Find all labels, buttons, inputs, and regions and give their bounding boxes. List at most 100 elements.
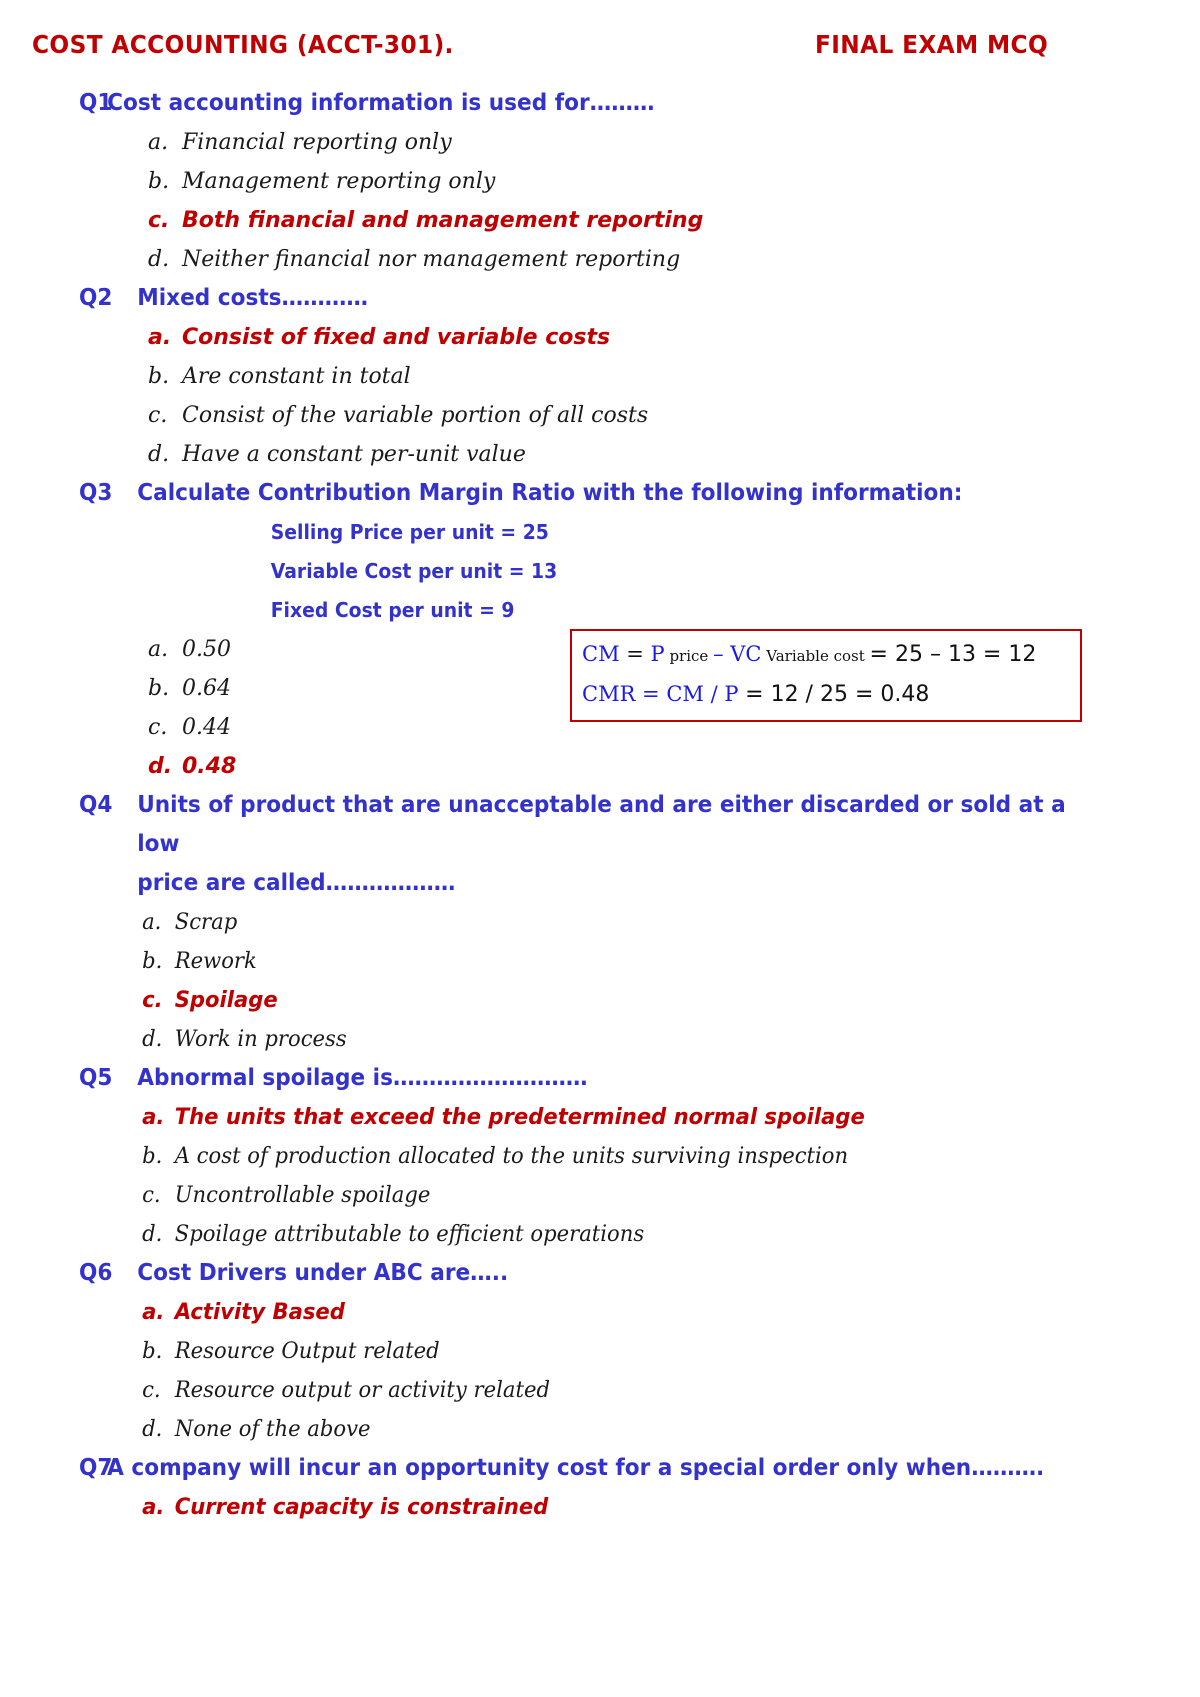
question-number: Q7 xyxy=(78,1455,113,1481)
option-label: Consist of the variable portion of all c… xyxy=(182,403,649,428)
question-text: Abnormal spoilage is……………………… xyxy=(137,1065,588,1091)
course-title: COST ACCOUNTING (ACCT-301). xyxy=(32,30,454,59)
option-row[interactable]: a. Scrap xyxy=(0,903,1152,942)
question-block: Q1 Cost accounting information is used fo… xyxy=(0,84,1200,279)
question-block: Q4 Units of product that are unacceptable… xyxy=(0,786,1200,1059)
option-row[interactable]: d. None of the above xyxy=(0,1410,1152,1449)
option-label: Are constant in total xyxy=(182,364,411,389)
option-label: The units that exceed the predetermined … xyxy=(174,1105,865,1130)
formula-cm-term: CM xyxy=(582,642,620,666)
option-row[interactable]: c. Consist of the variable portion of all… xyxy=(0,396,1200,435)
question-stem: Q1 Cost accounting information is used fo… xyxy=(0,84,1128,123)
option-row[interactable]: d. Spoilage attributable to efficient ope… xyxy=(0,1215,1152,1254)
option-row[interactable]: b. Resource Output related xyxy=(0,1332,1152,1371)
question-block: Q6 Cost Drivers under ABC are….. a. Activit… xyxy=(0,1254,1200,1449)
option-key: d. xyxy=(142,1027,163,1052)
formula-cmr-expression: CMR = CM / P xyxy=(582,682,746,706)
option-row[interactable]: b. A cost of production allocated to the … xyxy=(0,1137,1152,1176)
option-key: d. xyxy=(142,1222,163,1247)
option-label: Financial reporting only xyxy=(182,130,452,155)
option-row[interactable]: b. Are constant in total xyxy=(0,357,1200,396)
option-row-correct[interactable]: a. Consist of fixed and variable costs xyxy=(0,318,1200,357)
question-text: Mixed costs………… xyxy=(137,285,369,311)
formula-vc-term: VC xyxy=(730,642,762,666)
question-stem: Q7 A company will incur an opportunity co… xyxy=(0,1449,1128,1488)
option-key: b. xyxy=(142,1339,163,1364)
option-label: Consist of fixed and variable costs xyxy=(182,325,611,350)
option-label: Activity Based xyxy=(174,1300,345,1325)
option-row[interactable]: d. Have a constant per-unit value xyxy=(0,435,1200,474)
question-number: Q3 xyxy=(78,480,113,506)
option-key: a. xyxy=(142,1105,165,1130)
question-text: Calculate Contribution Margin Ratio with… xyxy=(137,480,963,506)
option-key: c. xyxy=(148,715,168,740)
question-number: Q5 xyxy=(78,1065,113,1091)
option-row[interactable]: c. Uncontrollable spoilage xyxy=(0,1176,1152,1215)
option-label: Spoilage attributable to efficient opera… xyxy=(174,1222,645,1247)
option-label: Current capacity is constrained xyxy=(174,1495,549,1520)
option-label: Spoilage xyxy=(174,988,278,1013)
option-key: b. xyxy=(148,169,170,194)
option-key: c. xyxy=(142,1378,161,1403)
question-block: Q2 Mixed costs………… a. Consist of fixed and … xyxy=(0,279,1200,474)
option-label: Resource output or activity related xyxy=(174,1378,551,1403)
option-row-correct[interactable]: a. Current capacity is constrained xyxy=(0,1488,1152,1527)
option-label: Resource Output related xyxy=(174,1339,440,1364)
option-row-correct[interactable]: a. Activity Based xyxy=(0,1293,1152,1332)
option-key: a. xyxy=(148,637,169,662)
option-key: d. xyxy=(148,442,170,467)
option-row[interactable]: d. Neither financial nor management repor… xyxy=(0,240,1200,279)
option-row-correct[interactable]: c. Both financial and management reportin… xyxy=(0,201,1200,240)
question-text-continuation: price are called……………… xyxy=(137,870,456,896)
question-number: Q1 xyxy=(78,90,113,116)
formula-cm-eq1: = xyxy=(619,642,651,666)
page-header: COST ACCOUNTING (ACCT-301). FINAL EXAM M… xyxy=(0,30,1200,76)
question-given-value: Variable Cost per unit = 13 xyxy=(270,559,558,583)
option-key: b. xyxy=(142,1144,163,1169)
question-stem: Q4 Units of product that are unacceptable… xyxy=(0,786,1128,864)
option-label: Neither financial nor management reporti… xyxy=(182,247,681,272)
question-stem: Q3 Calculate Contribution Margin Ratio wi… xyxy=(0,474,1128,513)
formula-box: CM = P price – VC Variable cost = 25 – 1… xyxy=(570,629,1082,722)
option-key: c. xyxy=(142,988,163,1013)
question-stem: Q2 Mixed costs………… xyxy=(0,279,1128,318)
option-key: a. xyxy=(142,1300,165,1325)
formula-line-cm: CM = P price – VC Variable cost = 25 – 1… xyxy=(582,635,1072,675)
option-key: b. xyxy=(142,949,163,974)
question-number: Q4 xyxy=(78,792,113,818)
exam-page: COST ACCOUNTING (ACCT-301). FINAL EXAM M… xyxy=(0,0,1200,1697)
question-block: Q7 A company will incur an opportunity co… xyxy=(0,1449,1200,1527)
formula-cm-eq2: = xyxy=(869,642,895,667)
option-row-correct[interactable]: c. Spoilage xyxy=(0,981,1152,1020)
option-row[interactable]: a. Financial reporting only xyxy=(0,123,1200,162)
option-label: Work in process xyxy=(174,1027,347,1052)
option-key: c. xyxy=(148,208,170,233)
option-label: Uncontrollable spoilage xyxy=(174,1183,431,1208)
option-label: A cost of production allocated to the un… xyxy=(174,1144,849,1169)
option-key: d. xyxy=(142,1417,163,1442)
question-number: Q6 xyxy=(78,1260,113,1286)
option-row[interactable]: b. Rework xyxy=(0,942,1152,981)
formula-p-subscript: price xyxy=(664,647,714,665)
formula-cmr-result: = 12 / 25 = 0.48 xyxy=(745,682,930,707)
option-row-correct[interactable]: d. 0.48 xyxy=(0,747,1200,786)
option-row-correct[interactable]: a. The units that exceed the predetermine… xyxy=(0,1098,1152,1137)
option-row[interactable]: b. Management reporting only xyxy=(0,162,1200,201)
formula-p-term: P xyxy=(650,642,665,666)
option-key: a. xyxy=(148,325,172,350)
option-key: c. xyxy=(142,1183,161,1208)
option-label: 0.48 xyxy=(182,754,237,779)
formula-minus: – xyxy=(713,642,731,666)
question-number: Q2 xyxy=(78,285,113,311)
question-text: Cost Drivers under ABC are….. xyxy=(137,1260,509,1286)
formula-cm-result: 25 – 13 = 12 xyxy=(894,642,1037,667)
option-label: Rework xyxy=(174,949,257,974)
option-key: a. xyxy=(142,910,162,935)
questions-container: Q1 Cost accounting information is used fo… xyxy=(0,84,1200,1527)
question-stem: Q6 Cost Drivers under ABC are….. xyxy=(0,1254,1128,1293)
option-key: d. xyxy=(148,754,173,779)
question-given-value: Selling Price per unit = 25 xyxy=(270,520,549,544)
question-text: Units of product that are unacceptable a… xyxy=(137,792,1066,857)
option-row[interactable]: d. Work in process xyxy=(0,1020,1152,1059)
option-row[interactable]: c. Resource output or activity related xyxy=(0,1371,1152,1410)
